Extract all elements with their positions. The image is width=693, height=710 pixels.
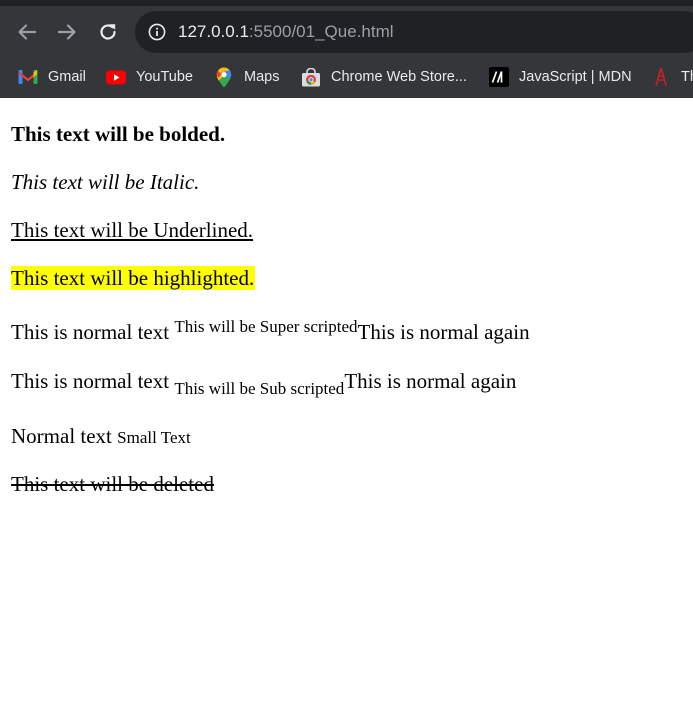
bookmark-mdn[interactable]: JavaScript | MDN bbox=[489, 66, 632, 88]
youtube-icon bbox=[106, 67, 126, 87]
maps-icon bbox=[214, 67, 234, 87]
normal-text-after: This is normal again bbox=[357, 320, 530, 344]
superscript-text: This will be Super scripted bbox=[174, 317, 358, 336]
back-button[interactable] bbox=[14, 19, 40, 45]
browser-chrome: 127.0.0.1:5500/01_Que.html Gmail YouTube… bbox=[0, 0, 693, 98]
bookmark-label: Maps bbox=[244, 69, 280, 85]
underlined-text: This text will be Underlined. bbox=[11, 218, 254, 242]
arrow-right-icon bbox=[56, 21, 78, 43]
bookmark-truncated[interactable]: Th bbox=[651, 66, 693, 88]
bookmark-gmail[interactable]: Gmail bbox=[18, 66, 86, 88]
highlighted-text: This text will be highlighted. bbox=[11, 266, 256, 290]
site-info-icon[interactable] bbox=[148, 23, 166, 41]
forward-button[interactable] bbox=[54, 19, 80, 45]
browser-toolbar: 127.0.0.1:5500/01_Que.html bbox=[0, 6, 693, 58]
chrome-web-store-icon bbox=[301, 67, 321, 87]
bookmark-maps[interactable]: Maps bbox=[214, 66, 279, 88]
page-content: This text will be bolded. This text will… bbox=[0, 98, 693, 710]
bookmark-label: Th bbox=[681, 69, 693, 85]
normal-text: This is normal text bbox=[11, 320, 175, 344]
highlight-line: This text will be highlighted. bbox=[11, 266, 256, 290]
subscript-text: This will be Sub scripted bbox=[174, 379, 345, 398]
arrow-left-icon bbox=[16, 21, 38, 43]
reload-button[interactable] bbox=[95, 19, 121, 45]
normal-text: This is normal text bbox=[11, 369, 175, 393]
reload-icon bbox=[97, 21, 119, 43]
url-text[interactable]: 127.0.0.1:5500/01_Que.html bbox=[178, 22, 394, 42]
bookmark-icon bbox=[651, 67, 671, 87]
bookmarks-bar: Gmail YouTube Maps Chrome Web Store... J… bbox=[0, 58, 693, 98]
deleted-text: This text will be deleted bbox=[11, 472, 214, 496]
small-text: Small Text bbox=[117, 428, 191, 447]
url-path: :5500/01_Que.html bbox=[248, 22, 394, 41]
url-host: 127.0.0.1 bbox=[178, 22, 249, 41]
normal-text-after: This is normal again bbox=[344, 369, 517, 393]
bookmark-label: YouTube bbox=[136, 69, 193, 85]
bold-text: This text will be bolded. bbox=[11, 122, 226, 146]
normal-text: Normal text bbox=[11, 424, 118, 448]
italic-text: This text will be Italic. bbox=[11, 170, 200, 194]
bookmark-label: Chrome Web Store... bbox=[331, 69, 467, 85]
bookmark-label: Gmail bbox=[48, 69, 86, 85]
superscript-line: This is normal text This will be Super s… bbox=[11, 317, 530, 344]
subscript-line: This is normal text This will be Sub scr… bbox=[11, 369, 517, 397]
bookmark-chrome-web-store[interactable]: Chrome Web Store... bbox=[301, 66, 467, 88]
bookmark-label: JavaScript | MDN bbox=[519, 69, 632, 85]
mdn-icon bbox=[489, 67, 509, 87]
gmail-icon bbox=[18, 67, 38, 87]
address-bar[interactable]: 127.0.0.1:5500/01_Que.html bbox=[135, 11, 693, 53]
bookmark-youtube[interactable]: YouTube bbox=[106, 66, 193, 88]
small-line: Normal text Small Text bbox=[11, 424, 191, 450]
